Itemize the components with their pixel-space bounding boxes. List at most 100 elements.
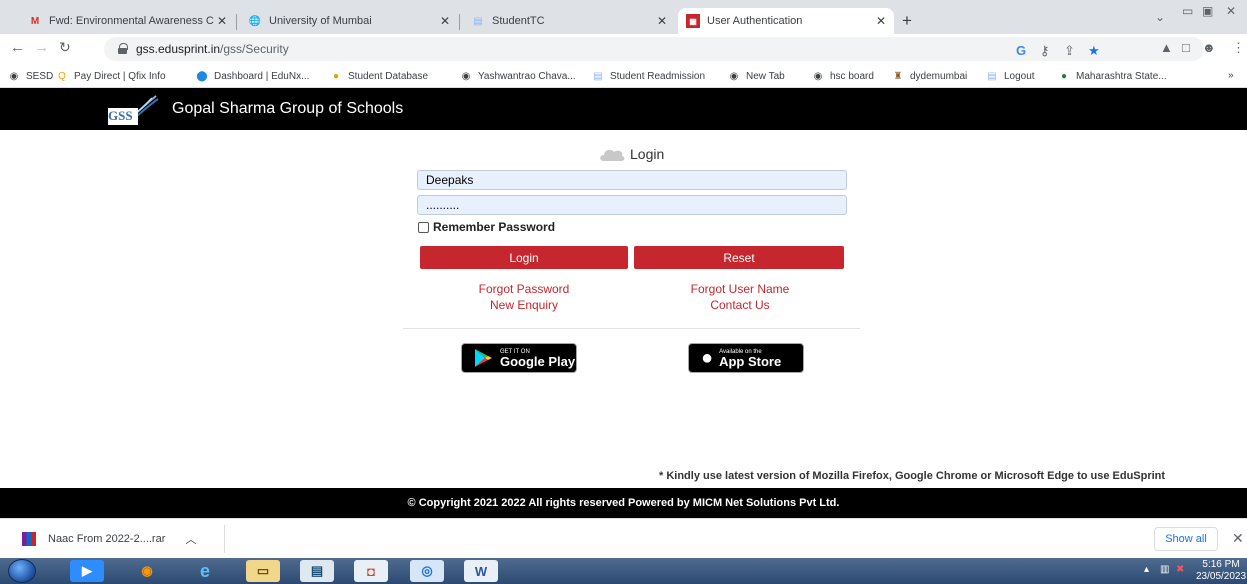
powerpoint-icon[interactable]: ◘ bbox=[354, 560, 388, 582]
tab-title: University of Mumbai bbox=[269, 15, 372, 27]
close-tab-icon[interactable]: ✕ bbox=[876, 14, 886, 28]
login-heading: Login bbox=[598, 146, 664, 162]
google-translate-icon[interactable]: G bbox=[1016, 44, 1026, 58]
bookmarks-bar: ◉ SESD Q Pay Direct | Qfix Info ⬤ Dashboard… bbox=[0, 64, 1247, 88]
new-enquiry-link[interactable]: New Enquiry bbox=[444, 298, 604, 312]
password-input[interactable] bbox=[417, 195, 847, 215]
extension-icon[interactable]: ▲ bbox=[1160, 40, 1173, 55]
share-icon[interactable]: ⇪ bbox=[1064, 44, 1075, 58]
remember-password[interactable]: Remember Password bbox=[418, 220, 555, 234]
google-play-badge[interactable]: GET IT ON Google Play bbox=[461, 343, 577, 373]
globe-icon: ◉ bbox=[461, 70, 471, 82]
bookmark-pay-direct[interactable]: Q Pay Direct | Qfix Info bbox=[56, 70, 165, 82]
bookmark-dydemumbai[interactable]: ♜ dydemumbai bbox=[892, 70, 968, 82]
document-icon: ▤ bbox=[987, 70, 997, 82]
tab-title: Fwd: Environmental Awareness C bbox=[49, 15, 214, 27]
globe-icon: ◉ bbox=[9, 70, 19, 82]
key-icon[interactable]: ⚷ bbox=[1040, 44, 1050, 58]
menu-kebab-icon[interactable]: ⋮ bbox=[1232, 40, 1245, 55]
login-button[interactable]: Login bbox=[420, 246, 628, 269]
tab-search-icon[interactable]: ⌄ bbox=[1155, 10, 1165, 24]
divider bbox=[403, 328, 860, 329]
show-hidden-icons[interactable]: ▴ bbox=[1144, 564, 1149, 575]
close-tab-icon[interactable]: ✕ bbox=[657, 14, 667, 28]
bookmark-student-readmission[interactable]: ▤ Student Readmission bbox=[592, 70, 705, 82]
school-logo: GSS bbox=[108, 94, 160, 126]
system-clock[interactable]: 5:16 PM 23/05/2023 bbox=[1196, 559, 1246, 583]
contact-us-link[interactable]: Contact Us bbox=[660, 298, 820, 312]
firefox-icon[interactable]: ◉ bbox=[130, 560, 164, 582]
back-icon[interactable]: ← bbox=[10, 40, 25, 55]
green-dot-icon: ● bbox=[1060, 70, 1068, 82]
site-icon: ▦ bbox=[686, 14, 700, 28]
tab-title: User Authentication bbox=[707, 15, 803, 27]
bookmark-maharashtra-state[interactable]: ● Maharashtra State... bbox=[1058, 70, 1167, 82]
winrar-icon bbox=[22, 532, 36, 546]
address-bar[interactable]: gss.edusprint.in/gss/Security G ⚷ ⇪ ★ bbox=[104, 37, 1204, 61]
bookmark-dashboard[interactable]: ⬤ Dashboard | EduNx... bbox=[196, 70, 309, 82]
windows-taskbar: ▶ ◉ e ▭ ▤ ◘ ◎ W ▴ ▥ ✖ 5:16 PM 23/05/2023 bbox=[0, 558, 1247, 584]
download-item[interactable]: Naac From 2022-2....rar ︿ bbox=[22, 531, 196, 547]
bookmark-hsc-board[interactable]: ◉ hsc board bbox=[812, 70, 874, 82]
globe-icon: ◉ bbox=[813, 70, 823, 82]
close-downloads-icon[interactable]: ✕ bbox=[1232, 530, 1244, 547]
browser-tab-bar: M Fwd: Environmental Awareness C ✕ 🌐 Uni… bbox=[0, 0, 1247, 34]
browser-notice: * Kindly use latest version of Mozilla F… bbox=[659, 470, 1166, 482]
show-all-button[interactable]: Show all bbox=[1154, 527, 1218, 551]
downloads-bar: Naac From 2022-2....rar ︿ Show all ✕ bbox=[0, 518, 1247, 558]
bookmark-sesd[interactable]: ◉ SESD bbox=[8, 70, 54, 82]
reset-button[interactable]: Reset bbox=[634, 246, 844, 269]
globe-icon: 🌐 bbox=[248, 15, 262, 27]
emblem-icon: ♜ bbox=[893, 70, 903, 82]
bookmark-student-database[interactable]: ● Student Database bbox=[330, 70, 428, 82]
copyright-footer: © Copyright 2021 2022 All rights reserve… bbox=[0, 488, 1247, 518]
orange-dot-icon: ● bbox=[332, 70, 340, 82]
chevron-up-icon[interactable]: ︿ bbox=[185, 531, 196, 547]
internet-explorer-icon[interactable]: e bbox=[188, 560, 222, 582]
chrome-icon[interactable]: ◎ bbox=[410, 560, 444, 582]
qfix-icon: Q bbox=[58, 70, 66, 82]
start-button[interactable] bbox=[8, 559, 36, 583]
word-icon[interactable]: W bbox=[464, 560, 498, 582]
more-bookmarks-icon[interactable]: » bbox=[1228, 70, 1234, 81]
zoom-icon[interactable]: ▶ bbox=[70, 560, 104, 582]
site-header: GSS Gopal Sharma Group of Schools bbox=[0, 88, 1247, 130]
bookmark-logout[interactable]: ▤ Logout bbox=[986, 70, 1034, 82]
tab-gmail[interactable]: M Fwd: Environmental Awareness C ✕ bbox=[20, 8, 235, 34]
new-tab-button[interactable]: + bbox=[902, 12, 912, 29]
tab-studenttc[interactable]: ▤ StudentTC ✕ bbox=[463, 8, 675, 34]
globe-icon: ◉ bbox=[729, 70, 739, 82]
forgot-username-link[interactable]: Forgot User Name bbox=[660, 282, 820, 296]
close-tab-icon[interactable]: ✕ bbox=[217, 14, 227, 28]
close-window-button[interactable]: ✕ bbox=[1226, 4, 1236, 18]
reload-icon[interactable]: ↻ bbox=[59, 40, 71, 55]
lock-icon[interactable] bbox=[118, 43, 128, 54]
bookmark-star-icon[interactable]: ★ bbox=[1088, 44, 1100, 58]
google-play-icon bbox=[475, 349, 492, 367]
profile-avatar-icon[interactable]: ☻ bbox=[1202, 40, 1216, 55]
url-text: gss.edusprint.in/gss/Security bbox=[136, 42, 289, 56]
forward-icon[interactable]: → bbox=[34, 40, 49, 55]
browser-toolbar: ← → ↻ gss.edusprint.in/gss/Security G ⚷ … bbox=[0, 34, 1247, 64]
cloud-icon bbox=[598, 146, 626, 162]
minimize-button[interactable]: ▭ bbox=[1182, 4, 1193, 18]
app-store-badge[interactable]: ● Available on the App Store bbox=[688, 343, 804, 373]
document-icon: ▤ bbox=[593, 70, 603, 82]
username-input[interactable] bbox=[417, 170, 847, 190]
apple-icon: ● bbox=[701, 347, 714, 369]
tab-university[interactable]: 🌐 University of Mumbai ✕ bbox=[240, 8, 458, 34]
document-icon: ▤ bbox=[473, 15, 483, 27]
side-panel-icon[interactable]: □ bbox=[1182, 40, 1190, 55]
close-tab-icon[interactable]: ✕ bbox=[440, 14, 450, 28]
remember-password-checkbox[interactable] bbox=[418, 221, 429, 233]
gmail-icon: M bbox=[30, 15, 40, 27]
forgot-password-link[interactable]: Forgot Password bbox=[444, 282, 604, 296]
maximize-button[interactable]: ▣ bbox=[1202, 4, 1213, 18]
file-explorer-icon[interactable]: ▭ bbox=[246, 560, 280, 582]
volume-icon[interactable]: ✖ bbox=[1176, 564, 1184, 575]
presentation-icon[interactable]: ▤ bbox=[300, 560, 334, 582]
network-icon[interactable]: ▥ bbox=[1160, 564, 1169, 575]
tab-user-authentication[interactable]: ▦ User Authentication ✕ bbox=[678, 8, 894, 34]
bookmark-new-tab[interactable]: ◉ New Tab bbox=[728, 70, 785, 82]
bookmark-yashwantrao[interactable]: ◉ Yashwantrao Chava... bbox=[460, 70, 576, 82]
